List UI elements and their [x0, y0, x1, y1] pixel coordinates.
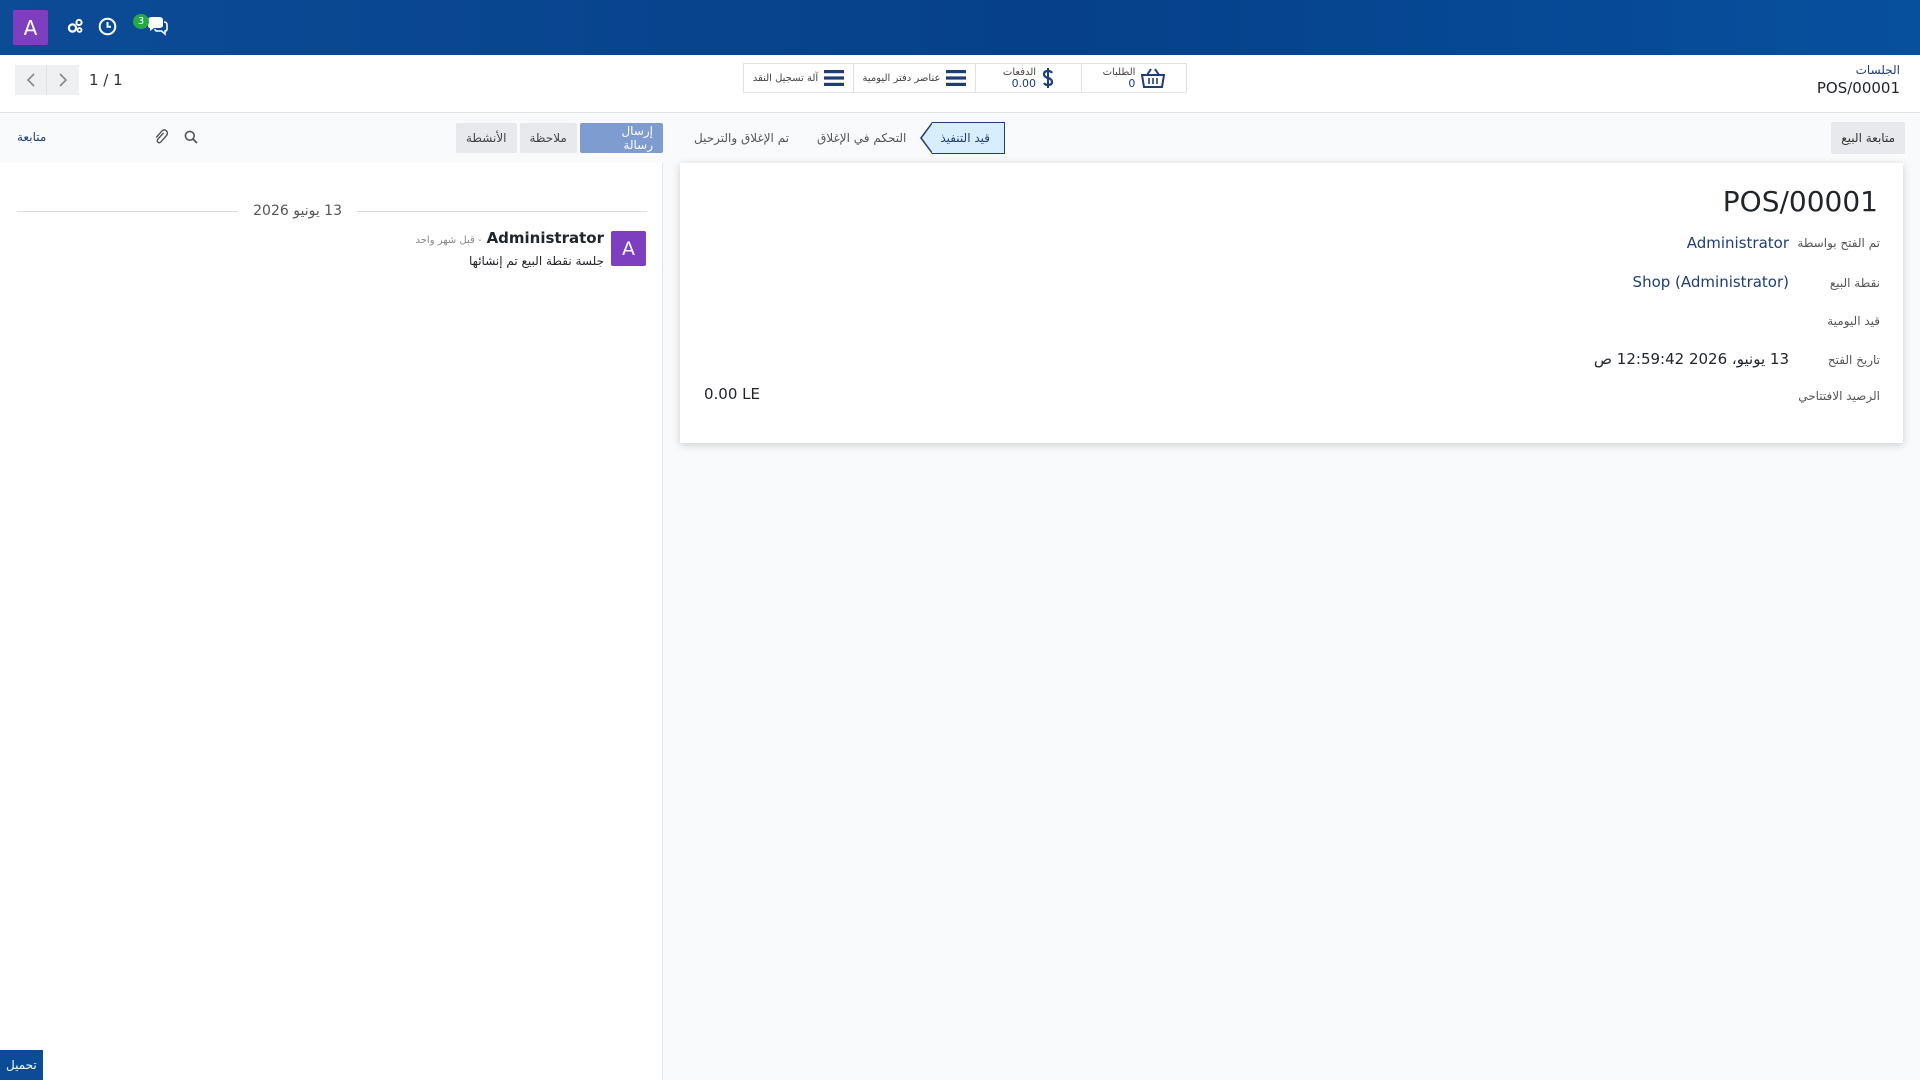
breadcrumb-current: POS/00001	[1816, 79, 1900, 97]
log-note-button[interactable]: ملاحظة	[519, 123, 577, 153]
opening-balance-value: 0.00 LE	[704, 385, 761, 403]
opened-by-label: تم الفتح بواسطة	[1797, 236, 1880, 250]
journal-label: قيد اليومية	[1827, 314, 1880, 328]
orders-value: 0	[1128, 77, 1136, 90]
load-button[interactable]: تحميل	[0, 1050, 43, 1080]
session-title: POS/00001	[1722, 185, 1878, 218]
message-header: - قبل شهر واحد Administrator	[416, 229, 605, 247]
paperclip-icon[interactable]	[152, 128, 170, 146]
opened-by-value[interactable]: Administrator	[1687, 234, 1789, 252]
status-step-in-progress[interactable]: قيد التنفيذ	[920, 122, 1006, 154]
opening-balance-label: الرصيد الافتتاحي	[1798, 389, 1880, 403]
cash-register-button[interactable]: آلة تسجيل النقد	[744, 64, 854, 92]
settings-icon[interactable]	[64, 15, 86, 37]
control-panel: 1 / 1 آلة تسجيل النقد عناصر دفتر اليومية…	[0, 55, 1920, 113]
send-message-button[interactable]: إرسال رسالة	[579, 123, 663, 153]
list-icon	[824, 70, 845, 86]
chevron-left-icon	[26, 73, 35, 87]
date-separator: 13 يونيو 2026	[17, 201, 647, 221]
chat-badge: 3	[133, 14, 149, 29]
payments-value: 0.00	[1011, 77, 1037, 90]
chatter-buttons: الأنشطة ملاحظة إرسال رسالة	[456, 123, 663, 153]
divider	[17, 210, 239, 212]
pager: 1 / 1	[15, 65, 123, 95]
user-avatar[interactable]: A	[13, 10, 48, 45]
dollar-icon	[1042, 68, 1054, 88]
opening-date-label: تاريخ الفتح	[1827, 353, 1880, 367]
divider	[357, 210, 647, 212]
message-avatar[interactable]: A	[611, 231, 646, 266]
pager-next-button[interactable]	[47, 65, 79, 95]
statusbar: تم الإغلاق والترحيل التحكم في الإغلاق قي…	[680, 122, 1006, 154]
opening-date-value: 13 يونيو، 2026 12:59:42 ص	[1593, 350, 1789, 368]
breadcrumb-parent[interactable]: الجلسات	[1817, 63, 1900, 77]
orders-button[interactable]: الطلبات 0	[1082, 64, 1186, 92]
form-sheet: POS/00001 تم الفتح بواسطة Administrator …	[680, 163, 1903, 443]
status-step-closing-control[interactable]: التحكم في الإغلاق	[803, 122, 920, 154]
continue-selling-button[interactable]: متابعة البيع	[1831, 122, 1905, 154]
chat-icon[interactable]	[146, 15, 168, 37]
smart-buttons: آلة تسجيل النقد عناصر دفتر اليومية الدفع…	[743, 63, 1187, 93]
activities-button[interactable]: الأنشطة	[456, 123, 517, 153]
payments-button[interactable]: الدفعات 0.00	[976, 64, 1082, 92]
pager-value[interactable]: 1 / 1	[89, 71, 123, 89]
breadcrumb: الجلسات POS/00001	[1817, 63, 1900, 97]
basket-icon	[1141, 68, 1166, 88]
search-icon[interactable]	[182, 128, 200, 146]
list-icon	[946, 70, 967, 86]
message-time: - قبل شهر واحد	[415, 235, 482, 246]
status-step-closed-posted[interactable]: تم الإغلاق والترحيل	[680, 122, 803, 154]
cash-register-label: آلة تسجيل النقد	[752, 72, 819, 84]
clock-icon[interactable]	[96, 15, 118, 37]
follow-button[interactable]: متابعة	[17, 130, 46, 144]
message-body: جلسة نقطة البيع تم إنشائها	[469, 254, 604, 268]
pos-value[interactable]: Shop (Administrator)	[1633, 273, 1789, 291]
date-separator-label: 13 يونيو 2026	[253, 203, 342, 219]
pager-previous-button[interactable]	[15, 65, 47, 95]
chevron-right-icon	[59, 73, 68, 87]
journal-items-button[interactable]: عناصر دفتر اليومية	[854, 64, 976, 92]
chatter-pane: متابعة الأنشطة ملاحظة إرسال رسالة 13 يون…	[0, 113, 663, 1080]
chatter-topbar: متابعة الأنشطة ملاحظة إرسال رسالة	[0, 113, 663, 163]
message-author[interactable]: Administrator	[487, 229, 604, 247]
journal-items-label: عناصر دفتر اليومية	[862, 72, 941, 84]
top-navbar: A 3	[0, 0, 1920, 55]
pos-label: نقطة البيع	[1829, 276, 1880, 290]
